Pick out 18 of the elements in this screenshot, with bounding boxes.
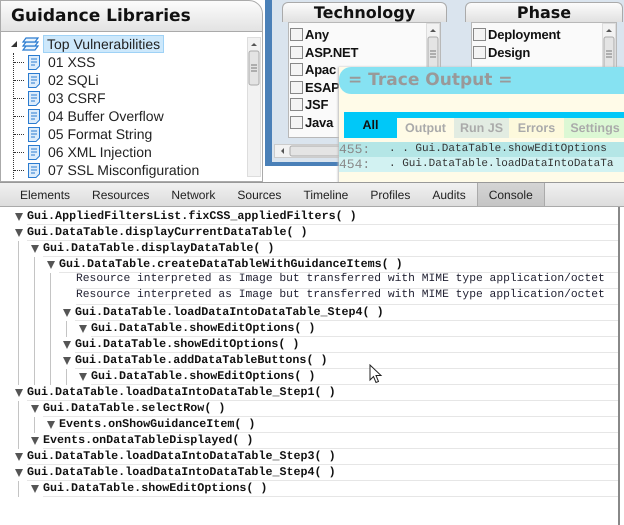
line-number: 455:	[339, 142, 372, 157]
checkbox-label: Java	[305, 114, 334, 130]
filter-header: Phase	[465, 2, 623, 22]
checkbox-label: Deployment	[488, 27, 560, 42]
checkbox-label: ESAP	[305, 80, 340, 95]
checkbox-label: JSF	[305, 97, 328, 112]
trace-line: . Gui.DataTable.loadDataIntoDataTa	[389, 157, 614, 172]
trace-line: . . Gui.DataTable.showEditOptions	[389, 142, 607, 157]
console-message: Resource interpreted as Image but transferred with MIME type application/octet	[76, 273, 618, 289]
line-number: 454:	[339, 157, 372, 172]
window-title: = Trace Output =	[339, 67, 624, 94]
filter-header: Technology	[282, 2, 447, 22]
checkbox-label: ASP.NET	[305, 44, 358, 60]
checkbox-label: Apac	[305, 62, 336, 78]
checkbox-label: Design	[488, 44, 530, 60]
panel-header: Guidance Libraries	[0, 0, 263, 32]
console-message: Resource interpreted as Image but transferred with MIME type application/octet	[76, 289, 618, 305]
checkbox-label: Any	[305, 27, 329, 42]
